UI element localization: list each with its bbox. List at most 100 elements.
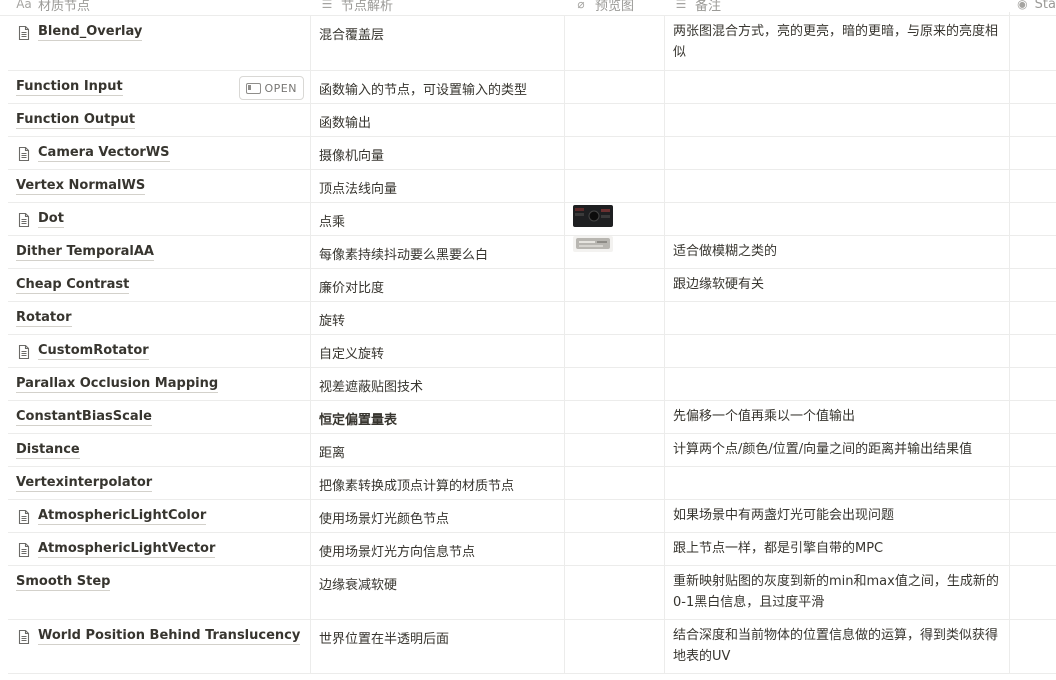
- page-link[interactable]: AtmosphericLightColor: [16, 508, 302, 525]
- page-link[interactable]: AtmosphericLightVector: [16, 541, 302, 558]
- cell-preview[interactable]: [565, 136, 665, 169]
- cell-note[interactable]: [665, 463, 1010, 499]
- cell-name[interactable]: World Position Behind Translucency: [8, 619, 311, 673]
- cell-analysis[interactable]: 世界位置在半透明后面: [311, 619, 565, 673]
- cell-preview[interactable]: [565, 433, 665, 466]
- cell-name[interactable]: Function Output: [8, 103, 311, 136]
- column-header-analysis[interactable]: ☰ 节点解析: [319, 0, 559, 15]
- cell-preview[interactable]: [565, 400, 665, 433]
- cell-status[interactable]: [1010, 103, 1056, 136]
- table-row[interactable]: ConstantBiasScale 恒定偏置量表 先偏移一个值再乘以一个值输出: [8, 397, 1056, 434]
- cell-name[interactable]: Distance: [8, 433, 311, 466]
- page-link[interactable]: Cheap Contrast: [16, 277, 302, 294]
- cell-analysis[interactable]: 旋转: [311, 301, 565, 334]
- table-row[interactable]: Distance 距离 计算两个点/颜色/位置/向量之间的距离并输出结果值: [8, 430, 1056, 467]
- cell-name[interactable]: AtmosphericLightColor: [8, 499, 311, 532]
- page-link[interactable]: CustomRotator: [16, 343, 302, 360]
- cell-status[interactable]: [1010, 235, 1056, 268]
- cell-name[interactable]: Cheap Contrast: [8, 268, 311, 301]
- table-row[interactable]: Parallax Occlusion Mapping 视差遮蔽贴图技术: [8, 364, 1056, 401]
- cell-status[interactable]: [1010, 499, 1056, 532]
- cell-note[interactable]: [665, 166, 1010, 202]
- cell-name[interactable]: Smooth Step: [8, 565, 311, 619]
- cell-analysis[interactable]: 使用场景灯光颜色节点: [311, 499, 565, 532]
- cell-preview[interactable]: [565, 70, 665, 103]
- cell-analysis[interactable]: 使用场景灯光方向信息节点: [311, 532, 565, 565]
- table-row[interactable]: Dot 点乘: [8, 199, 1056, 236]
- cell-name[interactable]: Parallax Occlusion Mapping: [8, 367, 311, 400]
- cell-note[interactable]: 如果场景中有两盏灯光可能会出现问题: [665, 496, 1010, 532]
- cell-preview[interactable]: [565, 103, 665, 136]
- cell-note[interactable]: 跟上节点一样，都是引擎自带的MPC: [665, 529, 1010, 565]
- cell-status[interactable]: [1010, 15, 1056, 70]
- cell-status[interactable]: [1010, 268, 1056, 301]
- cell-preview[interactable]: [565, 235, 665, 268]
- cell-note[interactable]: [665, 67, 1010, 103]
- cell-name[interactable]: Dot: [8, 202, 311, 235]
- cell-preview[interactable]: [565, 268, 665, 301]
- table-row[interactable]: AtmosphericLightColor 使用场景灯光颜色节点 如果场景中有两盏灯…: [8, 496, 1056, 533]
- cell-preview[interactable]: [565, 499, 665, 532]
- open-page-button[interactable]: OPEN: [238, 76, 304, 100]
- cell-name[interactable]: Vertexinterpolator: [8, 466, 311, 499]
- table-row[interactable]: Blend_Overlay 混合覆盖层 两张图混合方式，亮的更亮，暗的更暗，与原来的…: [8, 12, 1056, 71]
- cell-name[interactable]: Rotator: [8, 301, 311, 334]
- cell-analysis[interactable]: 函数输入的节点，可设置输入的类型: [311, 70, 565, 103]
- page-link[interactable]: Smooth Step: [16, 574, 302, 591]
- cell-analysis[interactable]: 摄像机向量: [311, 136, 565, 169]
- page-link[interactable]: Parallax Occlusion Mapping: [16, 376, 302, 393]
- cell-preview[interactable]: [565, 532, 665, 565]
- page-link[interactable]: Rotator: [16, 310, 302, 327]
- cell-analysis[interactable]: 把像素转换成顶点计算的材质节点: [311, 466, 565, 499]
- cell-analysis[interactable]: 自定义旋转: [311, 334, 565, 367]
- cell-note[interactable]: 结合深度和当前物体的位置信息做的运算，得到类似获得地表的UV: [665, 616, 1010, 673]
- cell-name[interactable]: Camera VectorWS: [8, 136, 311, 169]
- cell-preview[interactable]: [565, 202, 665, 235]
- page-link[interactable]: Function Output: [16, 112, 302, 129]
- cell-preview[interactable]: [565, 301, 665, 334]
- cell-note[interactable]: 两张图混合方式，亮的更亮，暗的更暗，与原来的亮度相似: [665, 12, 1010, 70]
- cell-preview[interactable]: [565, 565, 665, 619]
- page-link[interactable]: ConstantBiasScale: [16, 409, 302, 426]
- cell-note[interactable]: 先偏移一个值再乘以一个值输出: [665, 397, 1010, 433]
- cell-note[interactable]: [665, 133, 1010, 169]
- column-header-status[interactable]: ◉ Sta: [1016, 0, 1056, 15]
- table-row[interactable]: Cheap Contrast 廉价对比度 跟边缘软硬有关: [8, 265, 1056, 302]
- table-row[interactable]: Rotator 旋转: [8, 298, 1056, 335]
- page-link[interactable]: Blend_Overlay: [16, 24, 302, 41]
- page-link[interactable]: Vertexinterpolator: [16, 475, 302, 492]
- cell-preview[interactable]: [565, 334, 665, 367]
- cell-status[interactable]: [1010, 169, 1056, 202]
- cell-name[interactable]: AtmosphericLightVector: [8, 532, 311, 565]
- page-link[interactable]: Dither TemporalAA: [16, 244, 302, 261]
- cell-analysis[interactable]: 边缘衰减软硬: [311, 565, 565, 619]
- cell-name[interactable]: Function Input OPEN: [8, 70, 311, 103]
- cell-status[interactable]: [1010, 466, 1056, 499]
- cell-status[interactable]: [1010, 136, 1056, 169]
- cell-preview[interactable]: [565, 169, 665, 202]
- cell-status[interactable]: [1010, 433, 1056, 466]
- column-header-name[interactable]: Aa 材质节点: [16, 0, 306, 15]
- cell-analysis[interactable]: 顶点法线向量: [311, 169, 565, 202]
- cell-note[interactable]: [665, 100, 1010, 136]
- cell-note[interactable]: 重新映射贴图的灰度到新的min和max值之间，生成新的0-1黑白信息，且过度平滑: [665, 562, 1010, 619]
- cell-analysis[interactable]: 混合覆盖层: [311, 15, 565, 70]
- cell-status[interactable]: [1010, 565, 1056, 619]
- cell-preview[interactable]: [565, 367, 665, 400]
- cell-note[interactable]: [665, 364, 1010, 400]
- cell-note[interactable]: [665, 331, 1010, 367]
- cell-status[interactable]: [1010, 367, 1056, 400]
- cell-analysis[interactable]: 每像素持续抖动要么黑要么白: [311, 235, 565, 268]
- page-link[interactable]: Dot: [16, 211, 302, 228]
- page-link[interactable]: Camera VectorWS: [16, 145, 302, 162]
- table-row[interactable]: Vertexinterpolator 把像素转换成顶点计算的材质节点: [8, 463, 1056, 500]
- cell-analysis[interactable]: 视差遮蔽贴图技术: [311, 367, 565, 400]
- table-row[interactable]: World Position Behind Translucency 世界位置在半…: [8, 616, 1056, 674]
- cell-note[interactable]: 适合做模糊之类的: [665, 232, 1010, 268]
- cell-preview[interactable]: [565, 15, 665, 70]
- cell-note[interactable]: 计算两个点/颜色/位置/向量之间的距离并输出结果值: [665, 430, 1010, 466]
- cell-status[interactable]: [1010, 301, 1056, 334]
- cell-name[interactable]: Dither TemporalAA: [8, 235, 311, 268]
- page-link[interactable]: World Position Behind Translucency: [16, 628, 302, 645]
- cell-analysis[interactable]: 距离: [311, 433, 565, 466]
